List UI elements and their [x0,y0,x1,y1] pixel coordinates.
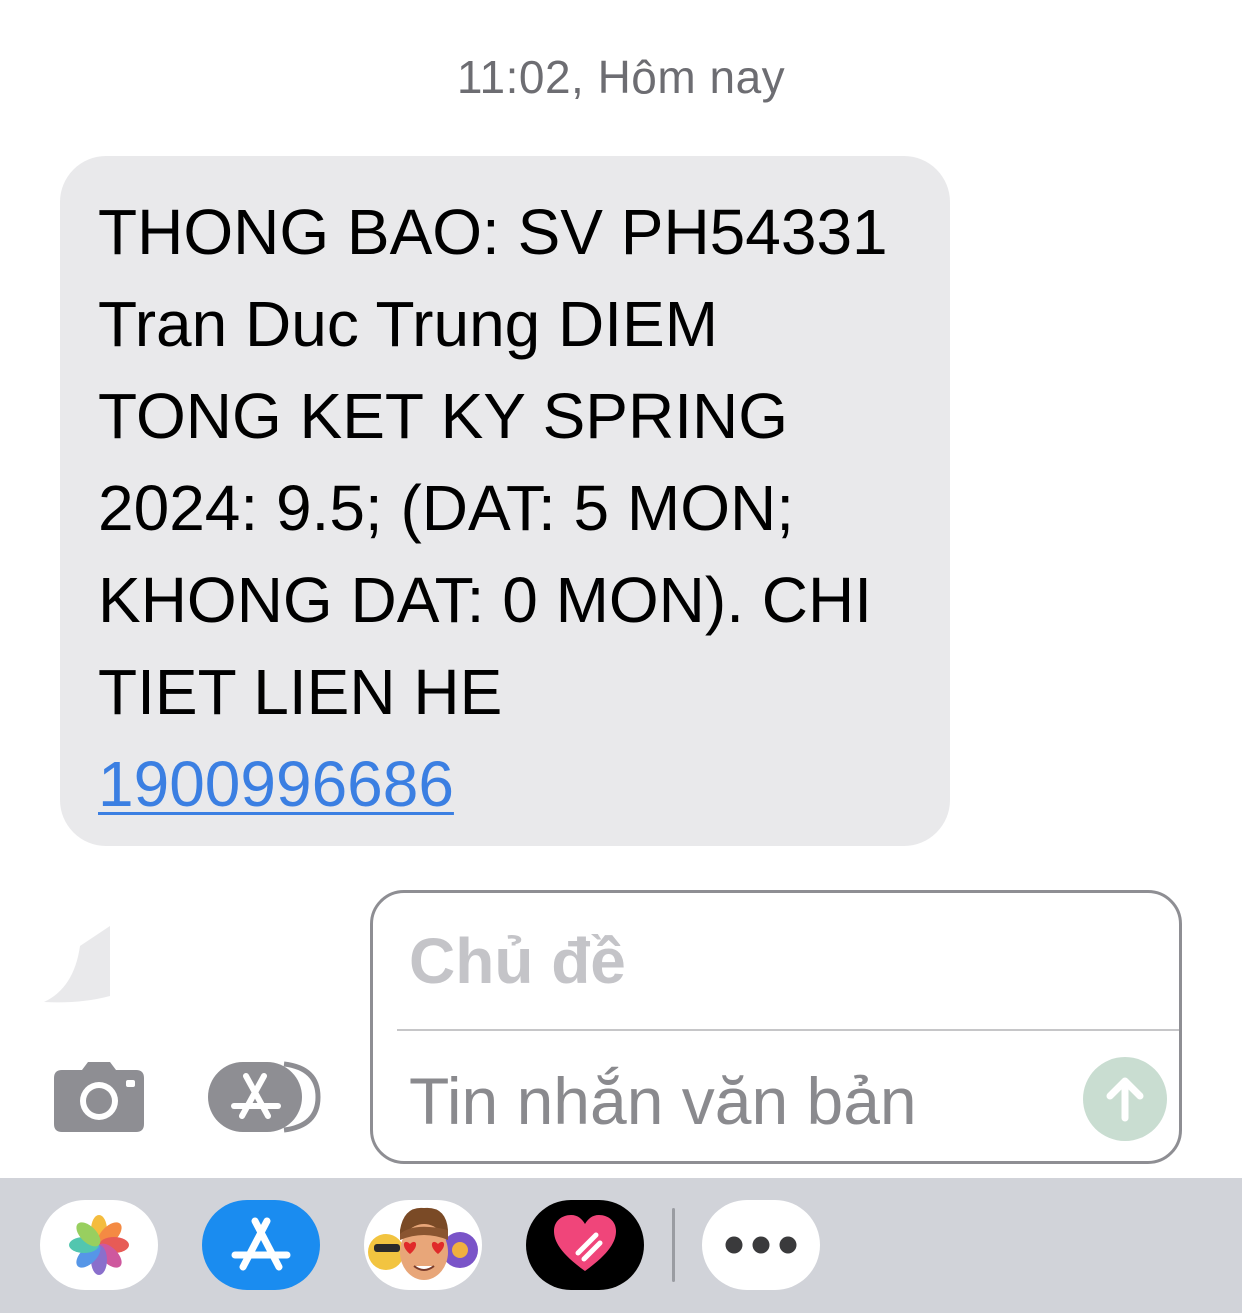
send-button[interactable] [1083,1057,1167,1141]
compose-divider [397,1029,1179,1031]
camera-icon [54,1062,144,1132]
photos-app-button[interactable] [40,1200,158,1290]
subject-field[interactable] [409,921,1129,1001]
app-store-icon [208,1061,321,1133]
message-timestamp: 11:02, Hôm nay [456,51,786,103]
arrow-up-icon [1106,1077,1144,1122]
app-drawer [0,1178,1242,1313]
app-store-app-button[interactable] [202,1200,320,1290]
app-store-icon [231,1217,291,1271]
ellipsis-icon [725,1236,797,1254]
message-field[interactable] [409,1059,1049,1143]
memoji-stickers-button[interactable] [364,1200,482,1290]
app-bar-divider [672,1208,675,1282]
camera-button[interactable] [52,1060,146,1134]
apps-button[interactable] [206,1060,322,1134]
compose-area [0,890,1242,1170]
incoming-message: THONG BAO: SV PH54331 Tran Duc Trung DIE… [40,156,950,1003]
memoji-stickers-icon [368,1207,478,1280]
digital-touch-button[interactable] [526,1200,644,1290]
message-bubble[interactable]: THONG BAO: SV PH54331 Tran Duc Trung DIE… [60,156,950,846]
messages-screen: 11:02, Hôm nay THONG BAO: SV PH54331 Tra… [0,0,1242,1313]
message-text: THONG BAO: SV PH54331 Tran Duc Trung DIE… [98,196,888,728]
more-apps-button[interactable] [702,1200,820,1290]
photos-icon [69,1215,129,1275]
heart-icon [554,1215,616,1271]
compose-box [370,890,1182,1164]
phone-number-link[interactable]: 1900996686 [98,738,454,830]
